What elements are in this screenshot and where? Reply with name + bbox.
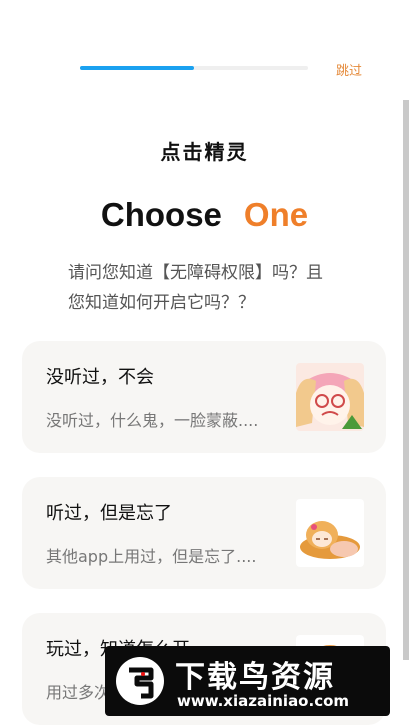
- option-description: 没听过，什么鬼，一脸蒙蔽....: [46, 411, 259, 430]
- progress-bar-fill: [80, 66, 194, 70]
- progress-bar: [80, 66, 308, 70]
- title-word-choose: Choose: [100, 196, 222, 233]
- option-title: 没听过，不会: [46, 367, 154, 388]
- watermark-url: www.xiazainiao.com: [177, 692, 350, 710]
- watermark-title: 下载鸟资源: [175, 660, 335, 695]
- confused-anime-girl-image: [296, 363, 364, 431]
- option-card-never-heard[interactable]: 没听过，不会 没听过，什么鬼，一脸蒙蔽....: [22, 341, 386, 453]
- skip-button[interactable]: 跳过: [336, 60, 362, 79]
- option-description: 其他app上用过，但是忘了....: [46, 547, 257, 566]
- option-title: 听过，但是忘了: [46, 503, 172, 524]
- sleeping-anime-girl-image: [296, 499, 364, 567]
- title-word-one: One: [243, 196, 309, 233]
- question-text: 请问您知道【无障碍权限】吗？且 您知道如何开启它吗？？: [68, 258, 368, 318]
- question-line-2: 您知道如何开启它吗？？: [68, 293, 255, 313]
- bird-logo-icon: [113, 654, 167, 708]
- site-watermark: 下载鸟资源 www.xiazainiao.com: [105, 646, 390, 716]
- scrollbar[interactable]: [403, 100, 409, 660]
- option-description: 用过多次: [46, 683, 111, 702]
- option-card-forgot[interactable]: 听过，但是忘了 其他app上用过，但是忘了....: [22, 477, 386, 589]
- question-line-1: 请问您知道【无障碍权限】吗？且: [68, 263, 323, 283]
- app-name: 点击精灵: [160, 140, 249, 164]
- page-title: Choose One: [0, 196, 409, 234]
